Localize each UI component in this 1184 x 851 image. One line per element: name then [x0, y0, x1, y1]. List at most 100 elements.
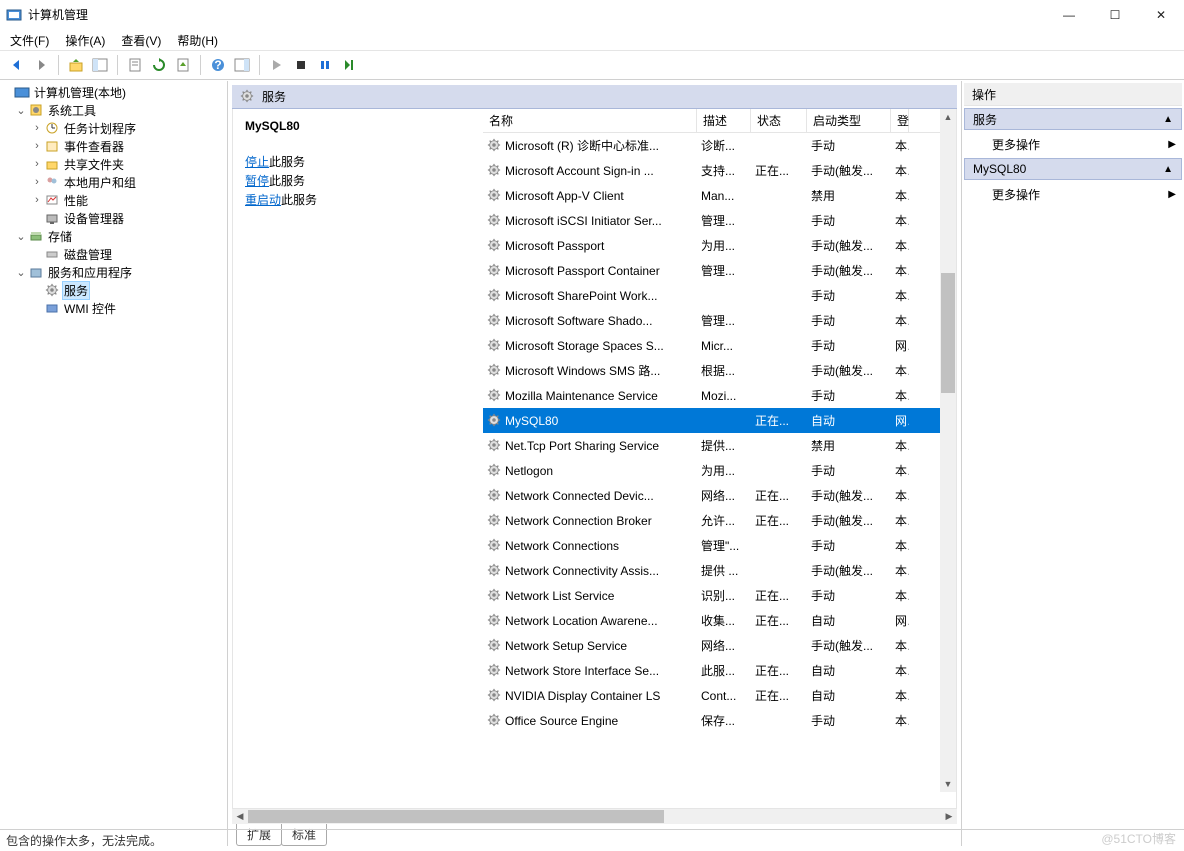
tree-wmi[interactable]: WMI 控件 [0, 299, 227, 317]
service-state: 正在... [751, 487, 807, 504]
minimize-button[interactable]: — [1046, 0, 1092, 30]
service-row[interactable]: MySQL80正在...自动网 [483, 408, 956, 433]
service-row[interactable]: Microsoft Storage Spaces S...Micr...手动网 [483, 333, 956, 358]
service-row[interactable]: Network Setup Service网络...手动(触发...本 [483, 633, 956, 658]
service-row[interactable]: Microsoft App-V ClientMan...禁用本 [483, 183, 956, 208]
service-name-label: Network Store Interface Se... [505, 664, 659, 678]
gear-icon [487, 238, 503, 254]
service-row[interactable]: Network Store Interface Se...此服...正在...自… [483, 658, 956, 683]
menu-help[interactable]: 帮助(H) [177, 32, 218, 49]
restart-link[interactable]: 重启动 [245, 193, 281, 207]
play-button[interactable] [266, 54, 288, 76]
help-button[interactable]: ? [207, 54, 229, 76]
service-row[interactable]: Net.Tcp Port Sharing Service提供...禁用本 [483, 433, 956, 458]
service-logon: 本 [891, 637, 909, 654]
gear-icon [487, 563, 503, 579]
gear-icon [487, 713, 503, 729]
tree-storage[interactable]: ⌄存储 [0, 227, 227, 245]
service-start: 手动(触发... [807, 237, 891, 254]
tree-event-viewer[interactable]: ›事件查看器 [0, 137, 227, 155]
service-row[interactable]: Network Connectivity Assis...提供 ...手动(触发… [483, 558, 956, 583]
properties-button[interactable] [124, 54, 146, 76]
service-row[interactable]: Microsoft iSCSI Initiator Ser...管理...手动本 [483, 208, 956, 233]
col-desc[interactable]: 描述 [697, 109, 751, 132]
service-row[interactable]: NVIDIA Display Container LSCont...正在...自… [483, 683, 956, 708]
gear-icon [487, 613, 503, 629]
show-hide-button[interactable] [89, 54, 111, 76]
service-row[interactable]: Mozilla Maintenance ServiceMozi...手动本 [483, 383, 956, 408]
service-row[interactable]: Netlogon为用...手动本 [483, 458, 956, 483]
service-desc: 允许... [697, 512, 751, 529]
service-name-label: Network Setup Service [505, 639, 627, 653]
service-row[interactable]: Network Connection Broker允许...正在...手动(触发… [483, 508, 956, 533]
tree-task-scheduler[interactable]: ›任务计划程序 [0, 119, 227, 137]
maximize-button[interactable]: ☐ [1092, 0, 1138, 30]
service-row[interactable]: Microsoft Account Sign-in ...支持...正在...手… [483, 158, 956, 183]
col-state[interactable]: 状态 [751, 109, 807, 132]
up-button[interactable] [65, 54, 87, 76]
tree-system-tools[interactable]: ⌄系统工具 [0, 101, 227, 119]
tree-services-apps[interactable]: ⌄服务和应用程序 [0, 263, 227, 281]
service-logon: 本 [891, 187, 909, 204]
tree-root[interactable]: 计算机管理(本地) [0, 83, 227, 101]
scroll-left-icon[interactable]: ◀ [232, 811, 248, 822]
tree-shared-folders[interactable]: ›共享文件夹 [0, 155, 227, 173]
pause-link[interactable]: 暂停 [245, 174, 269, 188]
tree-disk-mgmt[interactable]: 磁盘管理 [0, 245, 227, 263]
stop-link[interactable]: 停止 [245, 155, 269, 169]
tree-local-users[interactable]: ›本地用户和组 [0, 173, 227, 191]
scroll-right-icon[interactable]: ▶ [941, 811, 957, 822]
service-logon: 本 [891, 537, 909, 554]
service-desc: 支持... [697, 162, 751, 179]
restart-button[interactable] [338, 54, 360, 76]
scroll-down-icon[interactable]: ▼ [940, 776, 956, 792]
tree-services[interactable]: 服务 [0, 281, 227, 299]
service-logon: 本 [891, 712, 909, 729]
tree-performance[interactable]: ›性能 [0, 191, 227, 209]
watermark: @51CTO博客 [1101, 830, 1176, 847]
actions-more-2[interactable]: 更多操作▶ [962, 180, 1184, 208]
menu-view[interactable]: 查看(V) [121, 32, 161, 49]
service-start: 手动 [807, 462, 891, 479]
export-button[interactable] [172, 54, 194, 76]
service-row[interactable]: Microsoft Windows SMS 路...根据...手动(触发...本 [483, 358, 956, 383]
action-pane-button[interactable] [231, 54, 253, 76]
close-button[interactable]: ✕ [1138, 0, 1184, 30]
col-logon[interactable]: 登 [891, 109, 909, 132]
vertical-scrollbar[interactable]: ▲ ▼ [940, 109, 956, 792]
gear-icon [487, 413, 503, 429]
service-name-label: Network Connected Devic... [505, 489, 654, 503]
service-row[interactable]: Microsoft (R) 诊断中心标准...诊断...手动本 [483, 133, 956, 158]
pause-button[interactable] [314, 54, 336, 76]
actions-section-mysql80[interactable]: MySQL80▲ [964, 158, 1182, 180]
service-row[interactable]: Microsoft Software Shado...管理...手动本 [483, 308, 956, 333]
service-start: 自动 [807, 687, 891, 704]
scroll-thumb[interactable] [941, 273, 955, 393]
service-row[interactable]: Office Source Engine保存...手动本 [483, 708, 956, 733]
service-row[interactable]: Microsoft Passport为用...手动(触发...本 [483, 233, 956, 258]
actions-more-1[interactable]: 更多操作▶ [962, 130, 1184, 158]
service-desc: 保存... [697, 712, 751, 729]
tree-device-manager[interactable]: 设备管理器 [0, 209, 227, 227]
stop-button[interactable] [290, 54, 312, 76]
menu-action[interactable]: 操作(A) [65, 32, 105, 49]
service-row[interactable]: Network Connections管理"...手动本 [483, 533, 956, 558]
menu-file[interactable]: 文件(F) [10, 32, 49, 49]
back-button[interactable] [6, 54, 28, 76]
col-start[interactable]: 启动类型 [807, 109, 891, 132]
forward-button[interactable] [30, 54, 52, 76]
service-row[interactable]: Microsoft SharePoint Work...手动本 [483, 283, 956, 308]
service-row[interactable]: Network Connected Devic...网络...正在...手动(触… [483, 483, 956, 508]
gear-icon [240, 89, 256, 105]
service-row[interactable]: Network Location Awarene...收集...正在...自动网 [483, 608, 956, 633]
service-start: 手动 [807, 337, 891, 354]
actions-section-services[interactable]: 服务▲ [964, 108, 1182, 130]
horizontal-scrollbar[interactable]: ◀ ▶ [232, 808, 957, 824]
service-row[interactable]: Microsoft Passport Container管理...手动(触发..… [483, 258, 956, 283]
service-row[interactable]: Network List Service识别...正在...手动本 [483, 583, 956, 608]
service-desc: 为用... [697, 237, 751, 254]
service-start: 手动 [807, 287, 891, 304]
refresh-button[interactable] [148, 54, 170, 76]
scroll-up-icon[interactable]: ▲ [940, 109, 956, 125]
col-name[interactable]: 名称 [483, 109, 697, 132]
